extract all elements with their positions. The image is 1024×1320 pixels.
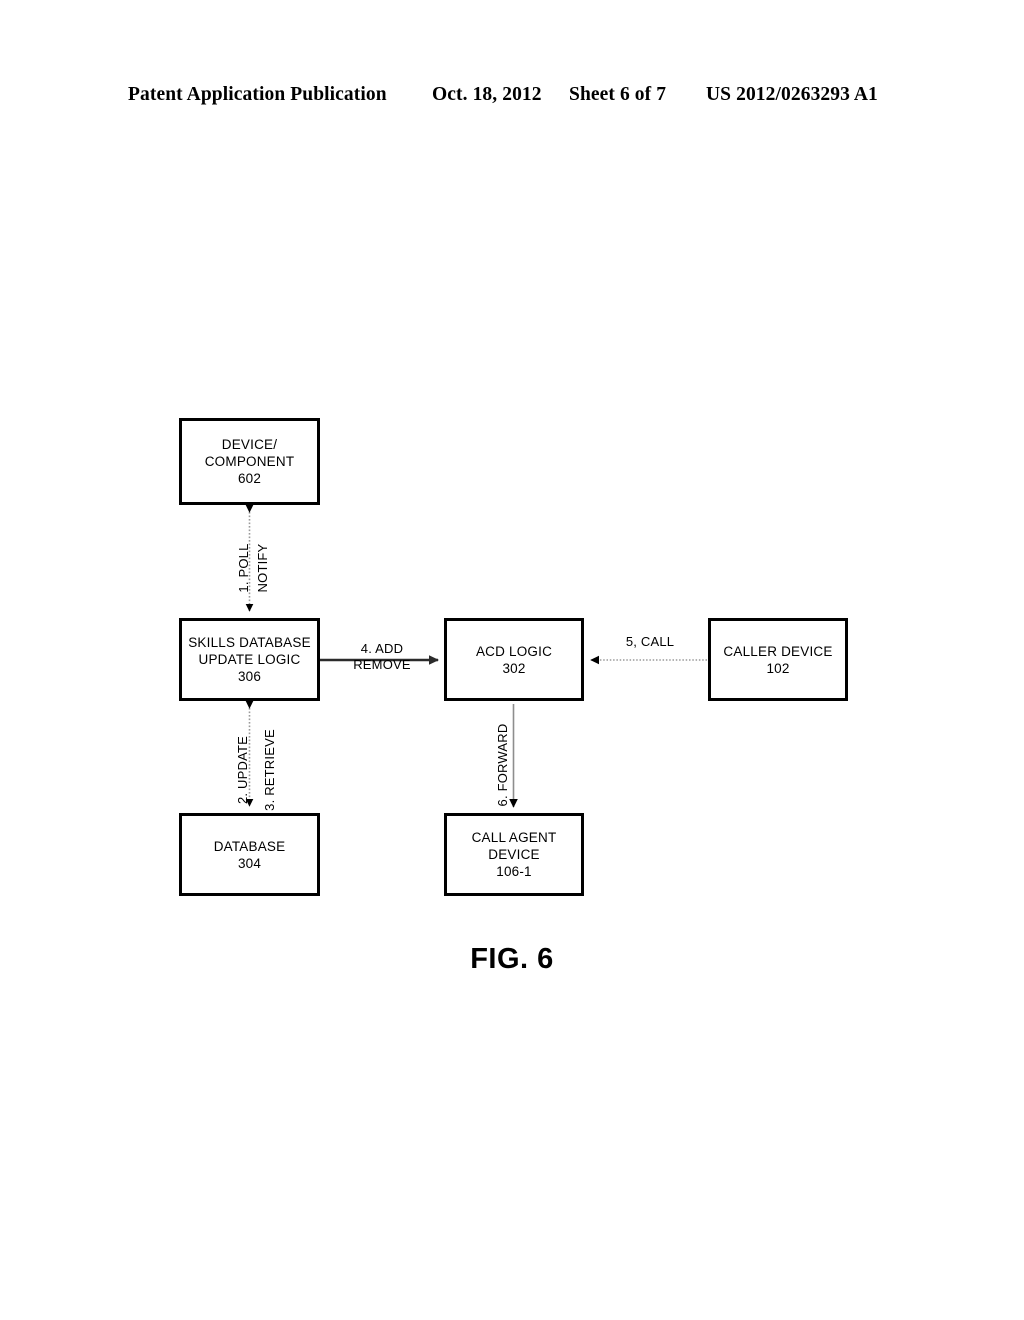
node-database-line1: DATABASE bbox=[213, 838, 286, 854]
edge-label-update: 2. UPDATE bbox=[235, 735, 250, 805]
edge-label-call: 5, CALL bbox=[625, 634, 675, 649]
edge-label-forward: 6. FORWARD bbox=[495, 723, 510, 807]
node-skills-logic-line2: UPDATE LOGIC bbox=[198, 652, 301, 667]
node-skills-database-update-logic[interactable]: SKILLS DATABASE UPDATE LOGIC 306 bbox=[179, 618, 320, 701]
node-acd-logic-ref: 302 bbox=[502, 660, 526, 676]
node-caller-device[interactable]: CALLER DEVICE 102 bbox=[708, 618, 848, 701]
node-skills-logic-line1: SKILLS DATABASE bbox=[188, 635, 311, 650]
edge-label-poll: 1. POLL bbox=[236, 543, 251, 593]
edge-label-add: 4. ADD bbox=[360, 641, 404, 656]
node-call-agent-line1: CALL AGENT bbox=[471, 830, 557, 845]
edge-label-add-remove: 4. ADD REMOVE bbox=[327, 641, 437, 673]
node-device-component[interactable]: DEVICE/ COMPONENT 602 bbox=[179, 418, 320, 505]
node-call-agent-line2: DEVICE bbox=[488, 847, 540, 862]
node-device-component-ref: 602 bbox=[237, 471, 262, 486]
node-device-component-line1: DEVICE/ bbox=[221, 437, 278, 452]
edge-label-retrieve: 3. RETRIEVE bbox=[262, 729, 277, 811]
node-call-agent-ref: 106-1 bbox=[496, 864, 532, 879]
node-acd-logic-line1: ACD LOGIC bbox=[475, 643, 553, 659]
node-call-agent-device[interactable]: CALL AGENT DEVICE 106-1 bbox=[444, 813, 584, 896]
node-device-component-line2: COMPONENT bbox=[204, 454, 295, 469]
node-caller-device-ref: 102 bbox=[766, 660, 790, 676]
node-database-ref: 304 bbox=[237, 855, 262, 871]
figure-caption: FIG. 6 bbox=[470, 943, 554, 975]
node-acd-logic[interactable]: ACD LOGIC 302 bbox=[444, 618, 584, 701]
node-database[interactable]: DATABASE 304 bbox=[179, 813, 320, 896]
node-skills-logic-ref: 306 bbox=[237, 669, 262, 684]
node-caller-device-line1: CALLER DEVICE bbox=[723, 643, 833, 659]
edge-label-remove: REMOVE bbox=[353, 657, 411, 672]
edge-label-notify: NOTIFY bbox=[255, 543, 270, 593]
flow-diagram: DEVICE/ COMPONENT 602 SKILLS DATABASE UP… bbox=[0, 0, 1024, 1320]
